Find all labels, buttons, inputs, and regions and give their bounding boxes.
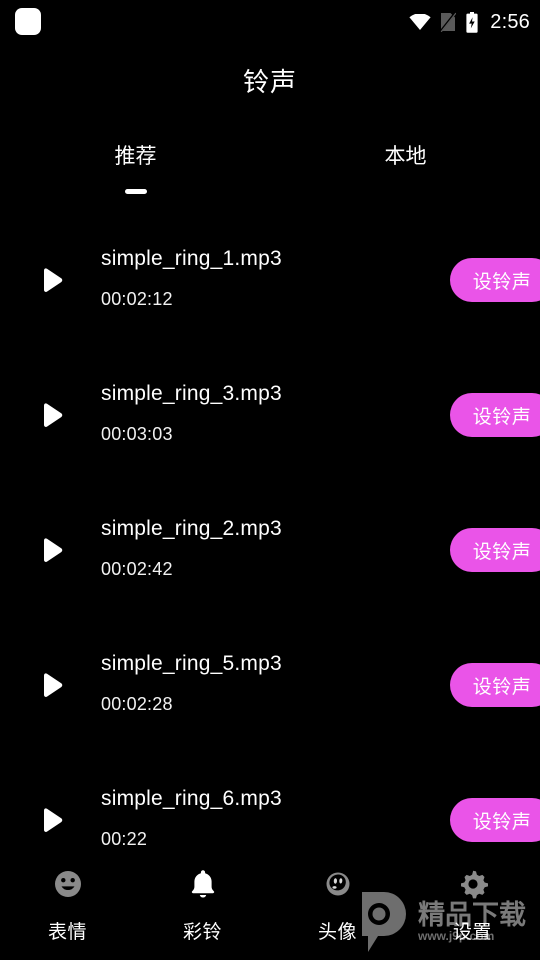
- play-icon[interactable]: [36, 265, 68, 297]
- tab-local-label: 本地: [384, 145, 427, 168]
- ringtone-name: simple_ring_3.mp3: [101, 382, 282, 405]
- bottom-navigation: 表情 彩铃 头像 设置: [0, 853, 540, 960]
- nav-item-avatar[interactable]: 头像: [270, 853, 405, 960]
- set-ringtone-button[interactable]: 设铃声: [450, 258, 540, 302]
- nav-item-emoji-label: 表情: [47, 922, 87, 943]
- app-screen: 2:56 铃声 推荐 本地 simple_ring_1.mp3 00:02:12…: [0, 0, 540, 960]
- ringtone-name: simple_ring_6.mp3: [101, 787, 282, 810]
- wifi-icon: [409, 13, 431, 30]
- nav-item-ringtone-label: 彩铃: [182, 922, 222, 943]
- status-bar: 2:56: [0, 0, 540, 44]
- table-row[interactable]: simple_ring_3.mp3 00:03:03 设铃声: [0, 362, 540, 497]
- avatar-icon: [321, 867, 355, 901]
- rounded-square-icon: [15, 8, 41, 35]
- nav-item-settings-label: 设置: [452, 922, 492, 943]
- table-row[interactable]: simple_ring_2.mp3 00:02:42 设铃声: [0, 497, 540, 632]
- bell-icon: [186, 867, 220, 901]
- table-row[interactable]: simple_ring_1.mp3 00:02:12 设铃声: [0, 227, 540, 362]
- nav-item-settings[interactable]: 设置: [405, 853, 540, 960]
- play-icon[interactable]: [36, 805, 68, 837]
- tab-recommended-label: 推荐: [114, 145, 157, 168]
- set-ringtone-button[interactable]: 设铃声: [450, 663, 540, 707]
- tab-bar: 推荐 本地: [0, 143, 540, 203]
- nav-item-emoji[interactable]: 表情: [0, 853, 135, 960]
- table-row[interactable]: simple_ring_6.mp3 00:22 设铃声: [0, 767, 540, 853]
- ringtone-duration: 00:02:42: [101, 559, 173, 579]
- sim-card-off-icon: [439, 11, 457, 33]
- gear-icon: [456, 867, 490, 901]
- ringtone-name: simple_ring_5.mp3: [101, 652, 282, 675]
- nav-item-avatar-label: 头像: [317, 922, 357, 943]
- ringtone-name: simple_ring_1.mp3: [101, 247, 282, 270]
- status-bar-clock: 2:56: [490, 11, 530, 33]
- play-icon[interactable]: [36, 400, 68, 432]
- set-ringtone-button[interactable]: 设铃声: [450, 528, 540, 572]
- nav-item-ringtone[interactable]: 彩铃: [135, 853, 270, 960]
- ringtone-duration: 00:22: [101, 829, 148, 849]
- table-row[interactable]: simple_ring_5.mp3 00:02:28 设铃声: [0, 632, 540, 767]
- page-title: 铃声: [242, 67, 297, 97]
- tab-local[interactable]: 本地: [348, 143, 463, 171]
- smiley-icon: [51, 867, 85, 901]
- ringtone-list[interactable]: simple_ring_1.mp3 00:02:12 设铃声 simple_ri…: [0, 227, 540, 853]
- status-bar-right: 2:56: [409, 0, 530, 44]
- tab-active-indicator: [124, 189, 147, 194]
- battery-charging-icon: [465, 11, 479, 33]
- play-icon[interactable]: [36, 670, 68, 702]
- ringtone-name: simple_ring_2.mp3: [101, 517, 282, 540]
- play-icon[interactable]: [36, 535, 68, 567]
- set-ringtone-button[interactable]: 设铃声: [450, 393, 540, 437]
- ringtone-duration: 00:02:12: [101, 289, 173, 309]
- set-ringtone-button[interactable]: 设铃声: [450, 798, 540, 842]
- ringtone-duration: 00:02:28: [101, 694, 173, 714]
- tab-recommended[interactable]: 推荐: [78, 143, 193, 194]
- ringtone-duration: 00:03:03: [101, 424, 173, 444]
